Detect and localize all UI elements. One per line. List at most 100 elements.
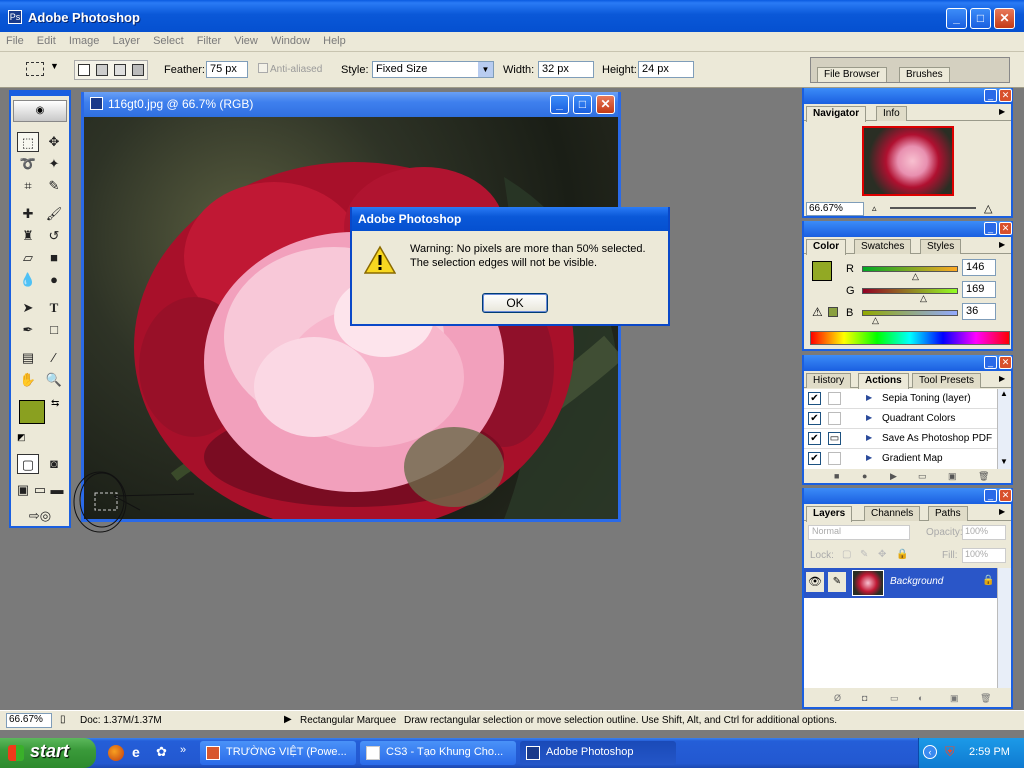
panel-menu-icon[interactable]: ▶ <box>999 374 1005 383</box>
opacity-field[interactable]: 100% <box>962 525 1006 540</box>
path-selection-icon[interactable]: ➤ <box>17 298 39 318</box>
panel-minimize-button[interactable]: _ <box>984 222 997 235</box>
notes-tool-icon[interactable]: ▤ <box>17 348 39 368</box>
default-colors-icon[interactable]: ◩ <box>17 432 26 443</box>
action-dialog-toggle[interactable] <box>828 412 841 425</box>
settings-icon[interactable]: ✿ <box>156 744 167 760</box>
zoom-in-icon[interactable]: △ <box>984 202 992 215</box>
expand-icon[interactable]: ▶ <box>866 453 872 462</box>
play-icon[interactable]: ▶ <box>890 471 897 482</box>
list-item[interactable]: ✔ ▶ Sepia Toning (layer) <box>804 389 997 409</box>
trash-icon[interactable]: 🗑 <box>978 471 989 482</box>
navigator-zoom-field[interactable]: 66.67% <box>806 202 864 216</box>
dialog-title-bar[interactable]: Adobe Photoshop <box>352 207 668 231</box>
action-enabled-checkbox[interactable]: ✔ <box>808 432 821 445</box>
quicklaunch-more-icon[interactable]: » <box>180 744 186 756</box>
new-action-icon[interactable]: ▣ <box>948 471 957 482</box>
expand-icon[interactable]: ▶ <box>866 413 872 422</box>
quick-mask-icon[interactable]: ◙ <box>43 454 65 474</box>
swap-colors-icon[interactable]: ⇆ <box>51 398 59 409</box>
status-menu-icon[interactable]: ▶ <box>284 714 292 725</box>
move-tool-icon[interactable]: ✥ <box>43 132 65 152</box>
actions-scrollbar[interactable]: ▲ ▼ <box>997 389 1011 469</box>
blend-mode-select[interactable]: Normal <box>808 525 910 540</box>
eraser-tool-icon[interactable]: ▱ <box>17 248 39 268</box>
style-select[interactable]: Fixed Size ▼ <box>372 61 494 78</box>
eyedropper-icon[interactable]: ⁄ <box>43 348 65 368</box>
zoom-tool-icon[interactable]: 🔍 <box>43 370 65 390</box>
navigator-panel-titlebar[interactable]: _ ✕ <box>804 88 1012 104</box>
r-slider[interactable] <box>862 266 958 272</box>
brush-link-icon[interactable]: ✎ <box>828 572 846 592</box>
color-ramp[interactable] <box>810 331 1010 345</box>
gradient-tool-icon[interactable]: ■ <box>43 248 65 268</box>
file-browser-tab[interactable]: File Browser <box>817 67 887 82</box>
brush-tool-icon[interactable]: 🖌 <box>43 204 65 224</box>
tab-layers[interactable]: Layers <box>806 506 853 522</box>
navigator-zoom-slider[interactable] <box>890 207 976 209</box>
lock-position-icon[interactable]: ✥ <box>878 549 886 560</box>
start-button[interactable]: start <box>0 738 96 768</box>
layer-mask-icon[interactable]: ◘ <box>862 693 867 703</box>
tab-channels[interactable]: Channels <box>864 506 921 521</box>
g-slider[interactable] <box>862 288 958 294</box>
doc-close-button[interactable]: ✕ <box>596 95 615 114</box>
subtract-selection-icon[interactable] <box>114 64 126 76</box>
screen-mode-standard-icon[interactable]: ▣ <box>15 480 31 500</box>
gamut-color-chip[interactable] <box>828 307 838 317</box>
task-powerpoint[interactable]: TRƯỜNG VIỆT (Powe... <box>200 741 356 765</box>
new-selection-icon[interactable] <box>78 64 90 76</box>
doc-maximize-button[interactable]: □ <box>573 95 592 114</box>
intersect-selection-icon[interactable] <box>132 64 144 76</box>
tab-info[interactable]: Info <box>876 106 907 121</box>
lock-transparent-icon[interactable]: ▢ <box>842 549 851 560</box>
lasso-tool-icon[interactable]: ➰ <box>17 154 39 174</box>
color-panel-titlebar[interactable]: _ ✕ <box>804 221 1012 237</box>
action-dialog-toggle[interactable]: ▭ <box>828 432 841 445</box>
marquee-preset-icon[interactable] <box>26 62 44 76</box>
screen-mode-full-icon[interactable]: ▬ <box>49 480 65 500</box>
panel-close-button[interactable]: ✕ <box>999 89 1012 102</box>
new-group-icon[interactable]: ▭ <box>890 693 899 704</box>
crop-tool-icon[interactable]: ⌗ <box>17 176 39 196</box>
adjustment-layer-icon[interactable]: ◐ <box>918 693 923 703</box>
standard-mode-icon[interactable]: ▢ <box>17 454 39 474</box>
type-tool-icon[interactable]: T <box>43 298 65 318</box>
hand-tool-icon[interactable]: ✋ <box>17 370 39 390</box>
color-fg-swatch[interactable] <box>812 261 832 281</box>
list-item[interactable]: ✔ ▭ ▶ Save As Photoshop PDF <box>804 429 997 449</box>
tab-paths[interactable]: Paths <box>928 506 968 521</box>
delete-layer-icon[interactable]: 🗑 <box>980 693 991 704</box>
status-zoom-field[interactable]: 66.67% <box>6 713 52 728</box>
new-set-icon[interactable]: ▭ <box>918 471 927 482</box>
r-slider-thumb-icon[interactable]: △ <box>912 271 919 282</box>
list-item[interactable]: ✔ ▶ Gradient Map <box>804 449 997 469</box>
expand-icon[interactable]: ▶ <box>866 393 872 402</box>
task-browser[interactable]: CS3 - Tạo Khung Cho... <box>360 741 516 765</box>
g-slider-thumb-icon[interactable]: △ <box>920 293 927 304</box>
panel-close-button[interactable]: ✕ <box>999 489 1012 502</box>
tab-styles[interactable]: Styles <box>920 239 962 254</box>
menu-window[interactable]: Window <box>265 32 314 47</box>
lock-all-icon[interactable]: 🔒 <box>896 549 908 560</box>
tab-actions[interactable]: Actions <box>858 373 909 389</box>
tab-navigator[interactable]: Navigator <box>806 106 867 122</box>
height-input[interactable]: 24 px <box>638 61 694 78</box>
feather-input[interactable]: 75 px <box>206 61 248 78</box>
magic-wand-icon[interactable]: ✦ <box>43 154 65 174</box>
menu-help[interactable]: Help <box>317 32 350 47</box>
expand-icon[interactable]: ▶ <box>866 433 872 442</box>
record-icon[interactable]: ● <box>862 471 867 481</box>
navigator-thumbnail[interactable] <box>862 126 954 196</box>
panel-close-button[interactable]: ✕ <box>999 222 1012 235</box>
actions-panel-titlebar[interactable]: _ ✕ <box>804 355 1012 371</box>
r-value-field[interactable]: 146 <box>962 259 996 276</box>
menu-edit[interactable]: Edit <box>31 32 60 47</box>
pen-tool-icon[interactable]: ✒ <box>17 320 39 340</box>
b-slider-thumb-icon[interactable]: △ <box>872 315 879 326</box>
lock-image-icon[interactable]: ✎ <box>860 549 868 560</box>
g-value-field[interactable]: 169 <box>962 281 996 298</box>
close-button[interactable]: ✕ <box>994 8 1015 29</box>
security-shield-icon[interactable]: ⛨ <box>945 744 955 760</box>
panel-minimize-button[interactable]: _ <box>984 356 997 369</box>
